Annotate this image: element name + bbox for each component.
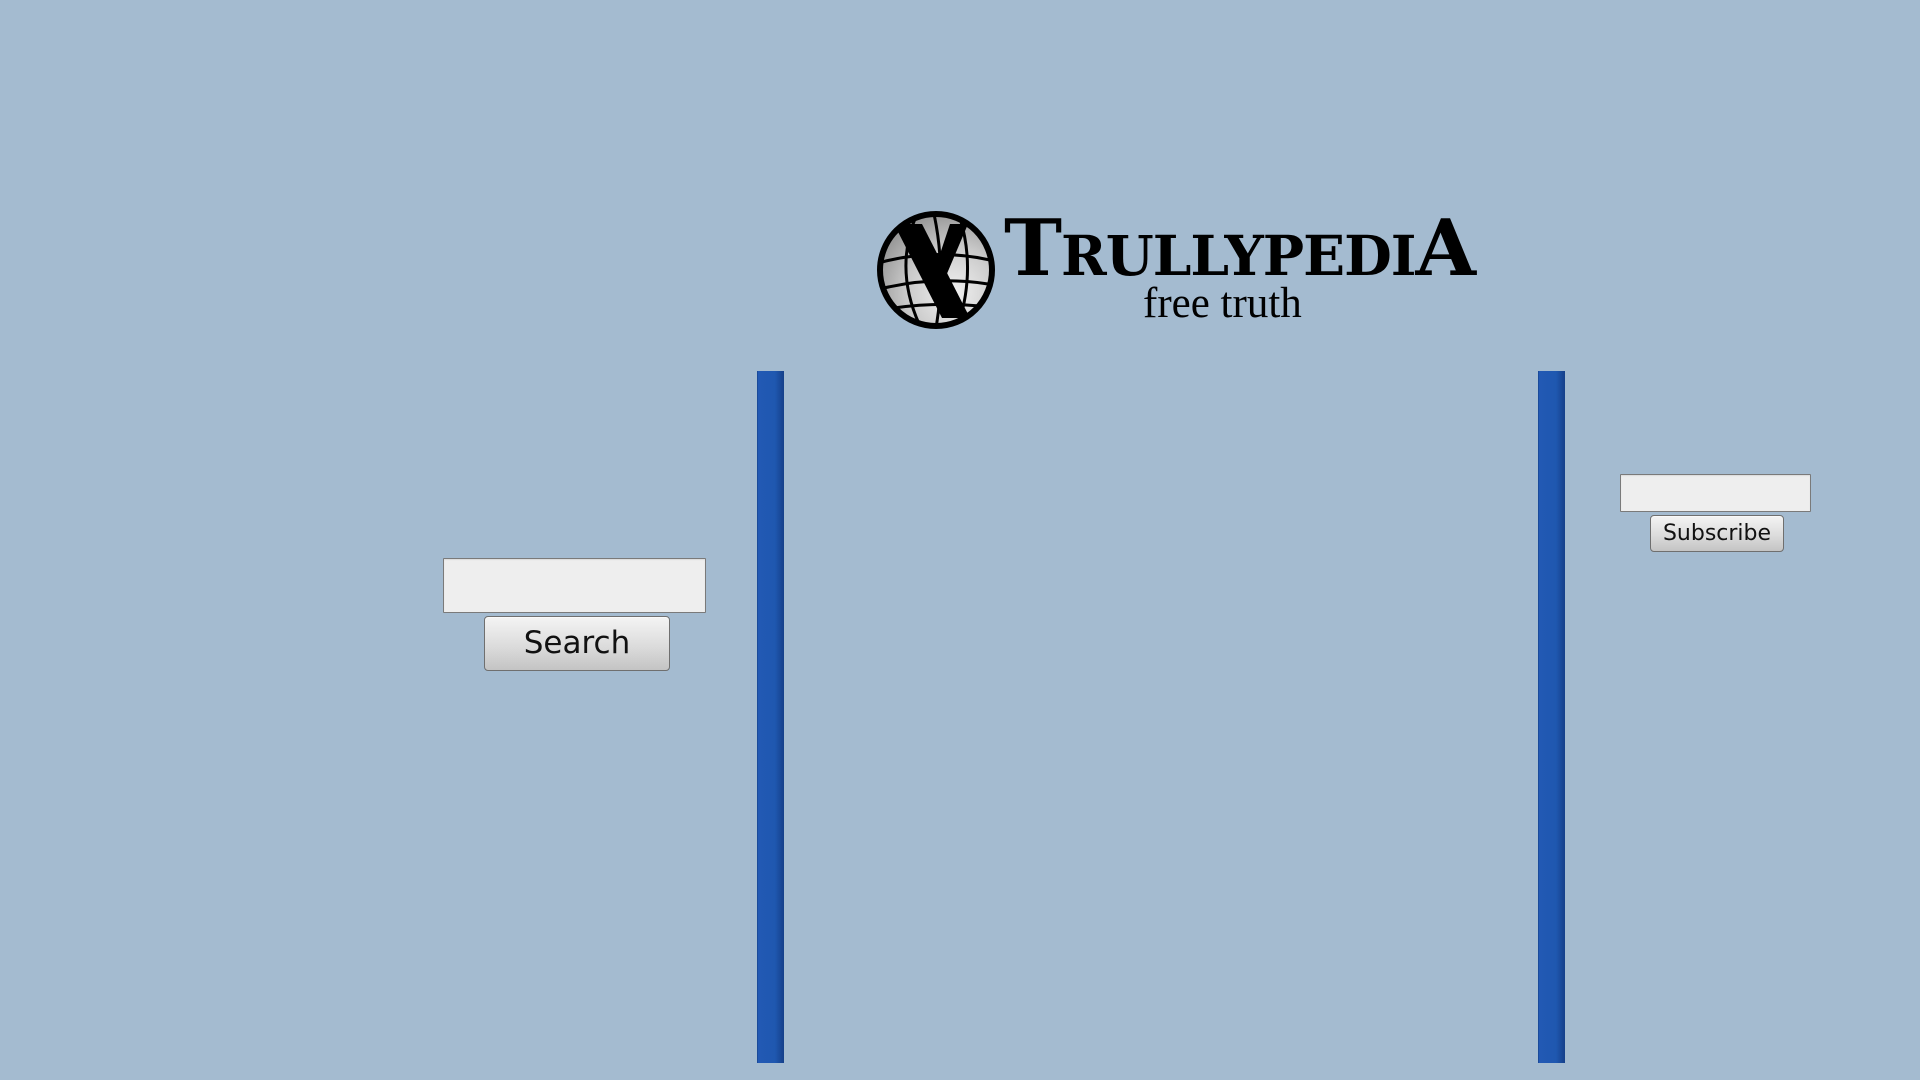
site-title-middle: RULLYPEDI bbox=[1061, 223, 1416, 288]
search-input[interactable] bbox=[443, 558, 706, 613]
site-tagline: free truth bbox=[1143, 280, 1302, 327]
search-button[interactable]: Search bbox=[484, 616, 670, 671]
right-column-divider bbox=[1538, 371, 1565, 1063]
globe-logo-icon bbox=[877, 211, 995, 329]
site-logo[interactable]: TRULLYPEDIA free truth bbox=[876, 208, 1476, 332]
subscribe-email-input[interactable] bbox=[1620, 474, 1811, 512]
site-title-last-letter: A bbox=[1415, 203, 1477, 294]
site-title-first-letter: T bbox=[1004, 203, 1062, 294]
left-column-divider bbox=[757, 371, 784, 1063]
site-title: TRULLYPEDIA bbox=[1004, 210, 1476, 288]
subscribe-button[interactable]: Subscribe bbox=[1650, 515, 1784, 552]
